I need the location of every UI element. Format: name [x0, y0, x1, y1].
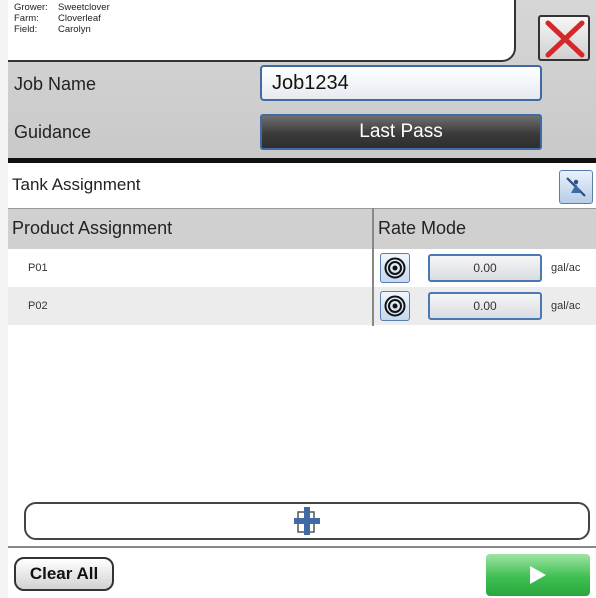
tank-config-button[interactable] — [559, 170, 593, 204]
rate-unit: gal/ac — [551, 300, 581, 312]
product-name: P02 — [28, 300, 48, 312]
product-assignment-header: Product Assignment — [12, 218, 173, 238]
guidance-select[interactable]: Last Pass — [260, 114, 542, 150]
tank-assignment-bar: Tank Assignment — [8, 163, 596, 205]
grower-label: Grower: — [14, 2, 48, 13]
field-label: Field: — [14, 24, 38, 35]
slashed-nozzle-icon — [566, 177, 586, 197]
column-divider — [372, 208, 374, 326]
job-header-panel: Grower: Sweetclover Farm: Cloverleaf Field… — [8, 0, 596, 163]
table-header: Product Assignment Rate Mode — [8, 208, 596, 250]
close-button[interactable] — [538, 15, 590, 61]
table-row: P01 0.00 gal/ac — [8, 249, 596, 287]
product-name: P01 — [28, 262, 48, 274]
grower-row: Grower: Sweetclover — [14, 3, 110, 13]
red-x-icon — [545, 20, 585, 58]
grower-value: Sweetclover — [58, 2, 110, 13]
field-value: Carolyn — [58, 24, 91, 35]
rate-mode-header: Rate Mode — [378, 218, 467, 238]
job-setup-screen: Grower: Sweetclover Farm: Cloverleaf Field… — [8, 0, 596, 598]
guidance-label: Guidance — [14, 122, 92, 142]
footer-divider — [8, 546, 596, 548]
rate-input[interactable]: 0.00 — [428, 254, 542, 282]
clear-all-button[interactable]: Clear All — [14, 557, 114, 591]
farm-value: Cloverleaf — [58, 13, 101, 24]
rate-input[interactable]: 0.00 — [428, 292, 542, 320]
field-row: Field: Carolyn — [14, 25, 91, 35]
job-name-input[interactable]: Job1234 — [260, 65, 542, 101]
rate-mode-button[interactable] — [380, 253, 410, 283]
job-info-card: Grower: Sweetclover Farm: Cloverleaf Field… — [8, 0, 516, 62]
rate-mode-button[interactable] — [380, 291, 410, 321]
screen-edge — [0, 0, 8, 598]
farm-row: Farm: Cloverleaf — [14, 14, 101, 24]
target-icon — [384, 257, 406, 279]
target-icon — [384, 295, 406, 317]
add-product-button[interactable] — [24, 502, 590, 540]
tank-assignment-title: Tank Assignment — [12, 175, 141, 194]
next-button[interactable] — [486, 554, 590, 596]
job-name-label: Job Name — [14, 74, 97, 94]
play-arrow-icon — [530, 566, 546, 584]
table-row: P02 0.00 gal/ac — [8, 287, 596, 325]
farm-label: Farm: — [14, 13, 39, 24]
plus-icon — [294, 507, 320, 535]
rate-unit: gal/ac — [551, 262, 581, 274]
